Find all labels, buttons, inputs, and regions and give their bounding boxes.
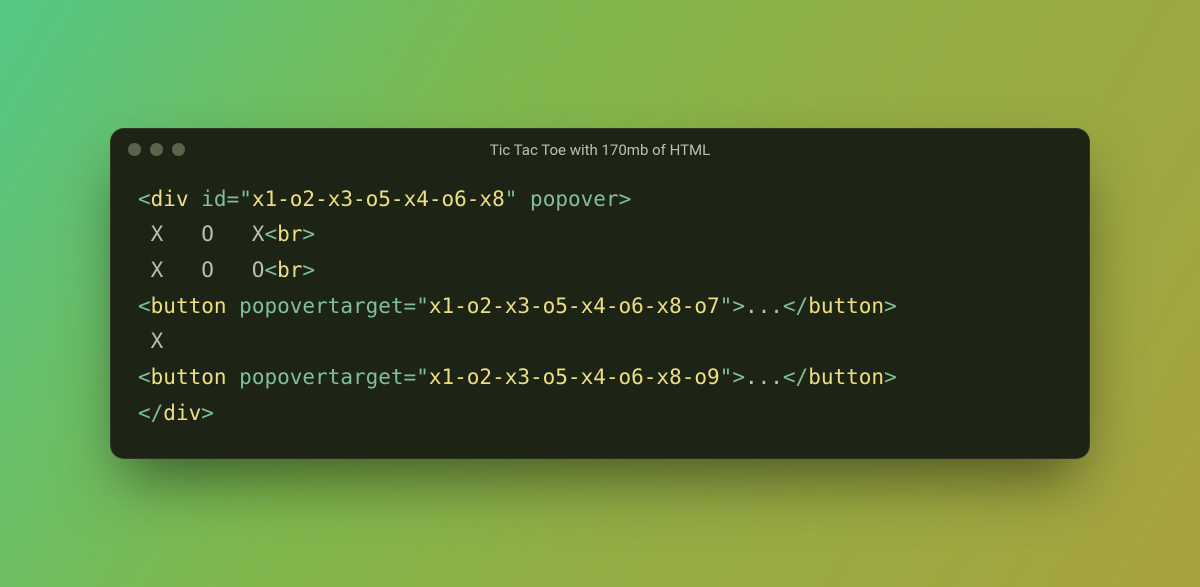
code-token: br	[277, 222, 302, 246]
code-token: popovertarget	[239, 294, 403, 318]
code-token: br	[277, 258, 302, 282]
code-token: =	[227, 187, 240, 211]
code-token: popovertarget	[239, 365, 403, 389]
code-token: <	[138, 294, 151, 318]
code-token: x1-o2-x3-o5-x4-o6-x8-o9	[429, 365, 720, 389]
code-token: "	[239, 187, 252, 211]
code-token: </	[783, 294, 808, 318]
code-token: button	[151, 365, 227, 389]
code-token	[227, 365, 240, 389]
code-token: =	[404, 294, 417, 318]
code-token: "	[416, 365, 429, 389]
code-token	[517, 187, 530, 211]
code-token: "	[720, 365, 733, 389]
close-icon[interactable]	[128, 143, 141, 156]
code-token: </	[138, 401, 163, 425]
code-token: >	[302, 222, 315, 246]
code-token: button	[151, 294, 227, 318]
code-token: ...	[745, 365, 783, 389]
code-token: <	[264, 222, 277, 246]
code-token: id	[201, 187, 226, 211]
code-token: >	[884, 294, 897, 318]
code-token: popover	[530, 187, 619, 211]
code-token: x1-o2-x3-o5-x4-o6-x8	[252, 187, 505, 211]
code-token: x1-o2-x3-o5-x4-o6-x8-o7	[429, 294, 720, 318]
code-token: ...	[745, 294, 783, 318]
code-token	[189, 187, 202, 211]
code-token: <	[138, 365, 151, 389]
code-token: "	[416, 294, 429, 318]
code-window: Tic Tac Toe with 170mb of HTML <div id="…	[110, 128, 1090, 460]
code-token: >	[302, 258, 315, 282]
code-token: >	[619, 187, 632, 211]
code-token: >	[884, 365, 897, 389]
code-token: button	[808, 294, 884, 318]
code-token: <	[264, 258, 277, 282]
code-area: <div id="x1-o2-x3-o5-x4-o6-x8" popover> …	[110, 172, 1090, 460]
code-block: <div id="x1-o2-x3-o5-x4-o6-x8" popover> …	[138, 182, 1062, 432]
code-token: "	[505, 187, 518, 211]
code-token: X O X	[138, 222, 264, 246]
traffic-lights	[128, 143, 185, 156]
code-token: div	[151, 187, 189, 211]
code-token: div	[163, 401, 201, 425]
code-token: <	[138, 187, 151, 211]
code-token: >	[201, 401, 214, 425]
code-token: >	[732, 294, 745, 318]
code-token: button	[808, 365, 884, 389]
minimize-icon[interactable]	[150, 143, 163, 156]
code-token: =	[404, 365, 417, 389]
code-token: X O O	[138, 258, 264, 282]
code-token: >	[732, 365, 745, 389]
titlebar: Tic Tac Toe with 170mb of HTML	[110, 128, 1090, 172]
maximize-icon[interactable]	[172, 143, 185, 156]
code-token: </	[783, 365, 808, 389]
window-title: Tic Tac Toe with 170mb of HTML	[110, 141, 1090, 159]
code-token: "	[720, 294, 733, 318]
code-token: X	[138, 329, 163, 353]
code-token	[227, 294, 240, 318]
